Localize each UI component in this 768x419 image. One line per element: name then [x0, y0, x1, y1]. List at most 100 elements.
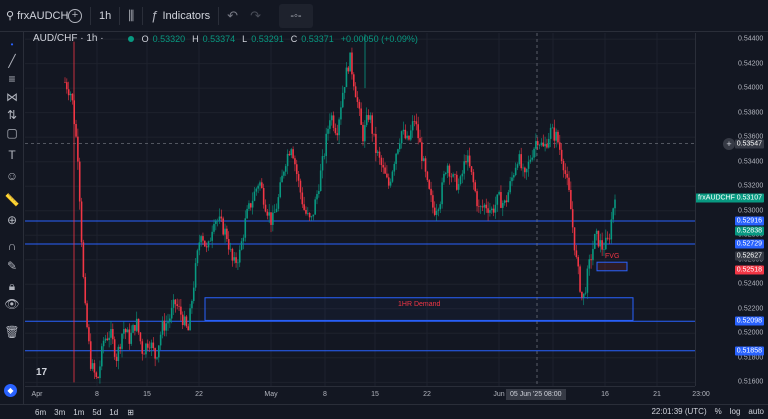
- emoji-icon[interactable]: ☺: [4, 168, 20, 184]
- price-line-label: 0.51858: [734, 346, 764, 356]
- layout-button[interactable]: -◦-: [278, 3, 313, 28]
- forecast-icon[interactable]: ⇅: [4, 107, 20, 123]
- candle-body: [281, 175, 283, 183]
- candle-body: [167, 322, 169, 324]
- candle-body: [244, 218, 247, 238]
- candle-body: [592, 248, 594, 261]
- range-1m[interactable]: 1m: [73, 408, 84, 417]
- date-range-icon[interactable]: ⊞: [127, 408, 134, 417]
- candle-body: [89, 341, 92, 369]
- tradingview-logo[interactable]: 17: [36, 367, 52, 380]
- candle-body: [413, 121, 416, 122]
- fib-icon[interactable]: ≡: [4, 71, 20, 87]
- candle-body: [158, 345, 160, 358]
- candle-body: [341, 92, 344, 108]
- range-3m[interactable]: 3m: [54, 408, 65, 417]
- candle-body: [112, 329, 114, 340]
- eye-icon[interactable]: 👁︎: [4, 296, 20, 312]
- price-tick-label: 0.52200: [738, 305, 764, 313]
- candle-body: [211, 231, 213, 241]
- candle-body: [75, 124, 77, 137]
- range-6m[interactable]: 6m: [35, 408, 46, 417]
- candle-body: [323, 155, 326, 157]
- low-label: L: [242, 33, 248, 44]
- candle-body: [80, 201, 83, 243]
- candle-body: [498, 192, 500, 195]
- candle-body: [145, 343, 147, 355]
- candle-body: [454, 174, 456, 175]
- candle-body: [389, 181, 392, 186]
- trendline-icon[interactable]: ╱: [4, 53, 20, 69]
- shapes-icon[interactable]: ▢: [4, 125, 20, 141]
- candle-body: [251, 200, 254, 208]
- zoom-in-icon[interactable]: ⊕: [4, 212, 20, 228]
- candle-body: [476, 191, 478, 207]
- indicators-button[interactable]: ƒ Indicators: [145, 0, 216, 32]
- ruler-icon[interactable]: 📏: [4, 192, 20, 208]
- candle-body: [139, 332, 142, 342]
- chart-type-button[interactable]: ⫼: [122, 0, 140, 32]
- range-5d[interactable]: 5d: [92, 408, 101, 417]
- candle-body: [213, 223, 215, 232]
- candle-body: [288, 153, 291, 156]
- candle-body: [100, 346, 103, 367]
- ohlc-legend: AUD/CHF · 1h · O 0.53320 H 0.53374 L 0.5…: [33, 33, 421, 44]
- undo-button[interactable]: ↶: [221, 0, 244, 32]
- compare-button[interactable]: +: [62, 0, 88, 32]
- candle-body: [536, 141, 539, 146]
- lock-icon[interactable]: 🔒︎: [4, 278, 20, 294]
- redo-button[interactable]: ↷: [244, 0, 267, 32]
- add-alert-icon[interactable]: +: [723, 137, 735, 150]
- candle-body: [102, 340, 105, 347]
- log-toggle[interactable]: log: [730, 407, 741, 416]
- magnet-icon[interactable]: ∩: [4, 238, 20, 254]
- candle-body: [150, 342, 153, 349]
- candle-body: [301, 192, 304, 205]
- time-scale[interactable]: Jun23:002116922158May22158Apr 05 Jun '25…: [25, 386, 710, 404]
- drawing-toolbar: • ╱ ≡ ⋈ ⇅ ▢ T ☺ 📏 ⊕ ∩ ✎ 🔒︎ 👁︎ 🗑︎ ◆: [0, 32, 24, 404]
- candle-body: [444, 172, 447, 174]
- candle-body: [371, 115, 373, 134]
- candle-body: [559, 142, 561, 150]
- candle-body: [386, 173, 388, 178]
- legend-symbol[interactable]: AUD/CHF · 1h ·: [33, 33, 104, 44]
- candlestick-chart[interactable]: [25, 33, 695, 386]
- clock-label[interactable]: 22:01:39 (UTC): [651, 407, 706, 416]
- interval-button[interactable]: 1h: [93, 0, 117, 32]
- candle-body: [189, 308, 191, 331]
- price-scale[interactable]: 0.54400 0.54200 0.54000 0.53800 0.53600 0.534…: [695, 33, 768, 386]
- range-1d[interactable]: 1d: [109, 408, 118, 417]
- candle-body: [571, 209, 574, 228]
- candle-body: [522, 167, 524, 169]
- candle-body: [233, 257, 236, 261]
- candle-body: [557, 131, 559, 143]
- time-tick-label: May: [264, 391, 278, 398]
- percent-toggle[interactable]: %: [715, 407, 722, 416]
- candle-body: [456, 174, 458, 190]
- pattern-icon[interactable]: ⋈: [4, 89, 20, 105]
- candle-body: [169, 318, 171, 323]
- candle-body: [419, 138, 421, 143]
- candle-body: [527, 161, 530, 169]
- candle-body: [104, 338, 107, 341]
- text-icon[interactable]: T: [4, 147, 20, 163]
- candle-body: [380, 157, 383, 166]
- chart-pane[interactable]: [25, 33, 695, 386]
- auto-toggle[interactable]: auto: [748, 407, 764, 416]
- candle-body: [525, 168, 528, 173]
- user-icon[interactable]: ◆: [4, 384, 17, 397]
- candle-body: [535, 141, 537, 149]
- candle-body: [325, 133, 328, 156]
- candle-body: [588, 259, 591, 269]
- candle-body: [452, 174, 454, 177]
- time-tick-label: 15: [143, 391, 151, 398]
- symbol-search[interactable]: ⚲ frxAUDCH: [0, 0, 68, 32]
- trash-icon[interactable]: 🗑︎: [4, 324, 20, 340]
- lock-drawing-icon[interactable]: ✎: [4, 258, 20, 274]
- candle-body: [134, 325, 136, 331]
- candle-body: [500, 192, 502, 208]
- candle-body: [375, 133, 377, 153]
- candle-body: [222, 218, 224, 235]
- crosshair-icon[interactable]: •: [4, 36, 20, 52]
- bottom-right-controls: 22:01:39 (UTC) % log auto: [651, 407, 764, 416]
